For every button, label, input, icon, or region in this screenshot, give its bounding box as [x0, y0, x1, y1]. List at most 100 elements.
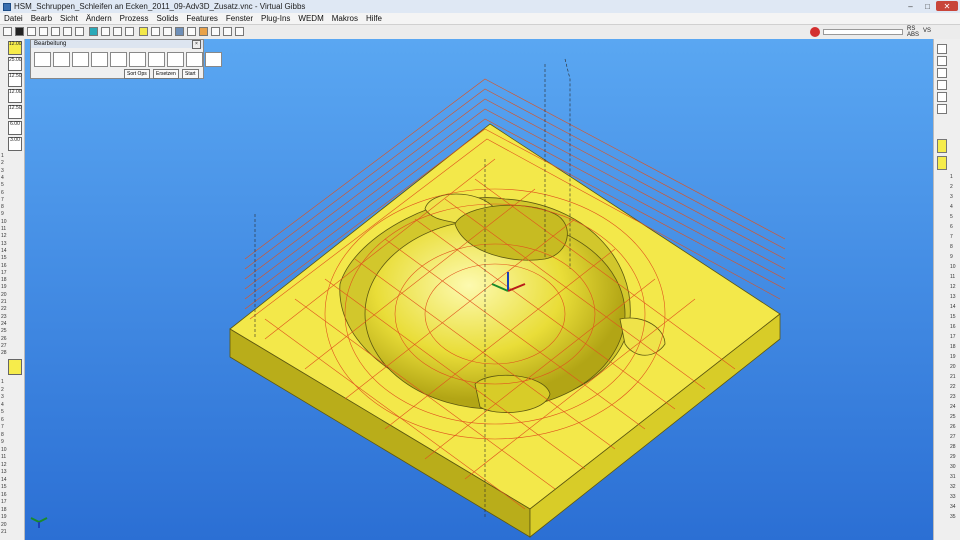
row-number: 4	[1, 401, 4, 408]
drill-icon[interactable]	[34, 52, 51, 67]
lock-icon[interactable]	[937, 104, 947, 114]
row-number: 17	[950, 334, 956, 340]
row-number: 21	[950, 374, 956, 380]
row-number: 8	[1, 204, 4, 211]
measure-icon[interactable]	[937, 56, 947, 66]
abs-label: ABS	[907, 32, 920, 38]
tool-slot-6[interactable]: 6.00	[8, 121, 22, 135]
pan-icon[interactable]	[113, 27, 122, 36]
view-icon[interactable]	[89, 27, 98, 36]
menu-makros[interactable]: Makros	[328, 14, 362, 23]
tool-group-2-icon[interactable]	[937, 156, 947, 170]
row-number: 12	[950, 284, 956, 290]
display-icon[interactable]	[175, 27, 184, 36]
ersetzen-button[interactable]: Ersetzen	[153, 69, 179, 79]
row-number: 17	[1, 499, 7, 505]
print-icon[interactable]	[39, 27, 48, 36]
tool-group-1-icon[interactable]	[937, 139, 947, 153]
menu-prozess[interactable]: Prozess	[116, 14, 153, 23]
new-file-icon[interactable]	[3, 27, 12, 36]
palette-title-text: Bearbeitung	[34, 41, 67, 47]
pocket-icon[interactable]	[72, 52, 89, 67]
row-number: 14	[1, 476, 7, 483]
menu-features[interactable]: Features	[182, 14, 222, 23]
coord-mode[interactable]: RS ABS	[907, 26, 919, 38]
shaded-view-icon[interactable]	[937, 80, 947, 90]
row-number: 26	[950, 424, 956, 430]
menu-plugins[interactable]: Plug-Ins	[257, 14, 294, 23]
rotate-icon[interactable]	[125, 27, 134, 36]
wireframe-icon[interactable]	[151, 27, 160, 36]
menu-bar: Datei Bearb Sicht Ändern Prozess Solids …	[0, 13, 960, 25]
menu-fenster[interactable]: Fenster	[222, 14, 257, 23]
menu-sicht[interactable]: Sicht	[56, 14, 82, 23]
left-tool-palette: 12.00 25.00 12.50 12.00 12.50 6.00 3.00 …	[0, 39, 25, 540]
menu-aendern[interactable]: Ändern	[82, 14, 116, 23]
palette-button-row: Sort Ops Ersetzen Start	[34, 69, 200, 79]
thread-icon[interactable]	[110, 52, 127, 67]
3d-viewport[interactable]	[25, 39, 934, 540]
grid-icon[interactable]	[163, 27, 172, 36]
row-number: 15	[950, 314, 956, 320]
maximize-button[interactable]: □	[919, 1, 936, 11]
menu-solids[interactable]: Solids	[153, 14, 183, 23]
tool-slot-7[interactable]: 3.00	[8, 137, 22, 151]
toolpath-icon[interactable]	[187, 27, 196, 36]
tool-slot-3[interactable]: 12.50	[8, 73, 22, 87]
copy-icon[interactable]	[63, 27, 72, 36]
row-number: 3	[1, 394, 4, 400]
open-file-icon[interactable]	[15, 27, 24, 36]
row-number: 19	[950, 354, 956, 360]
surface-icon[interactable]	[129, 52, 146, 67]
help-icon[interactable]	[235, 27, 244, 36]
save-icon[interactable]	[27, 27, 36, 36]
menu-bearb[interactable]: Bearb	[27, 14, 56, 23]
print-preview-icon[interactable]	[223, 27, 232, 36]
operation-slot-1[interactable]	[8, 359, 22, 375]
stop-icon[interactable]	[810, 27, 820, 37]
menu-hilfe[interactable]: Hilfe	[362, 14, 386, 23]
minimize-button[interactable]: –	[902, 1, 919, 11]
menu-wedm[interactable]: WEDM	[294, 14, 327, 23]
row-number: 31	[950, 474, 956, 480]
layer-icon[interactable]	[211, 27, 220, 36]
engrave-icon[interactable]	[205, 52, 222, 67]
row-number: 10	[1, 218, 7, 225]
row-number: 18	[950, 344, 956, 350]
tool-slot-4[interactable]: 12.00	[8, 89, 22, 103]
row-number: 1	[1, 153, 4, 159]
start-button[interactable]: Start	[182, 69, 199, 79]
shade-icon[interactable]	[139, 27, 148, 36]
row-number: 22	[1, 306, 7, 313]
select-icon[interactable]	[937, 44, 947, 54]
edge-icon[interactable]	[937, 92, 947, 102]
tool-slot-1[interactable]: 12.00	[8, 41, 22, 55]
hsm-icon[interactable]	[148, 52, 165, 67]
lathe-icon[interactable]	[167, 52, 184, 67]
tool-slot-5[interactable]: 12.50	[8, 105, 22, 119]
close-button[interactable]: ✕	[936, 1, 958, 11]
tool-size: 12.00	[9, 89, 22, 95]
row-number: 5	[950, 214, 953, 220]
palette-icons	[34, 52, 222, 67]
row-number: 5	[1, 409, 4, 415]
material-icon[interactable]	[199, 27, 208, 36]
paste-icon[interactable]	[75, 27, 84, 36]
row-number: 21	[1, 299, 7, 305]
face-icon[interactable]	[91, 52, 108, 67]
row-number: 11	[1, 454, 7, 460]
row-number: 4	[950, 204, 953, 210]
palette-title: Bearbeitung ×	[31, 40, 203, 49]
tool-slot-2[interactable]: 25.00	[8, 57, 22, 71]
contour-icon[interactable]	[53, 52, 70, 67]
row-number: 34	[950, 504, 956, 510]
solid-icon[interactable]	[937, 68, 947, 78]
menu-datei[interactable]: Datei	[0, 14, 27, 23]
zoom-icon[interactable]	[101, 27, 110, 36]
row-number: 1	[950, 174, 953, 180]
gear-icon[interactable]	[186, 52, 203, 67]
palette-close-icon[interactable]: ×	[192, 40, 201, 49]
cut-icon[interactable]	[51, 27, 60, 36]
sort-ops-button[interactable]: Sort Ops	[124, 69, 150, 79]
row-number: 9	[950, 254, 953, 260]
